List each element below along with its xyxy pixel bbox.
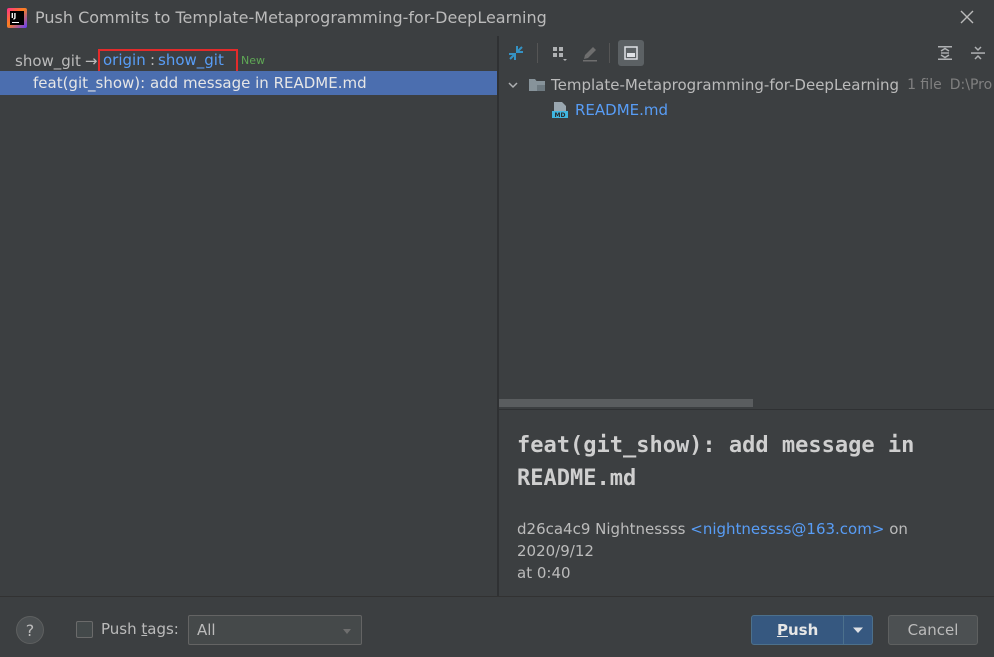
markdown-file-icon: MD <box>551 101 569 119</box>
tree-root-file-count: 1 file <box>907 77 942 93</box>
tree-root-path: D:\Pro <box>949 77 993 93</box>
dialog-footer: ? Push tags: All Push Cancel <box>0 596 994 657</box>
group-by-icon <box>553 47 567 61</box>
toolbar-separator <box>609 43 610 63</box>
push-tags-label-post: ags: <box>147 620 179 638</box>
edit-source-button[interactable] <box>577 40 603 66</box>
commits-pane: show_git → origin : show_git New feat(gi… <box>0 36 497 596</box>
file-name: README.md <box>575 101 669 119</box>
chevron-down-icon <box>343 629 351 634</box>
scrollbar-thumb[interactable] <box>499 399 753 407</box>
cancel-button[interactable]: Cancel <box>888 615 978 645</box>
commit-row[interactable]: feat(git_show): add message in README.md <box>0 71 497 95</box>
new-branch-badge: New <box>241 54 265 67</box>
commit-time: at 0:40 <box>517 564 571 582</box>
question-icon: ? <box>25 620 35 640</box>
commit-author: Nightnessss <box>595 520 686 538</box>
window-title: Push Commits to Template-Metaprogramming… <box>35 8 547 27</box>
push-button[interactable]: Push <box>752 616 843 644</box>
push-button-group: Push <box>751 615 873 645</box>
push-mnemonic: P <box>776 621 788 639</box>
chevron-down-icon <box>853 627 864 633</box>
author-email-link[interactable]: <nightnessss@163.com> <box>690 520 884 538</box>
intellij-app-icon: IJ <box>7 8 27 28</box>
help-button[interactable]: ? <box>16 616 44 644</box>
close-button[interactable] <box>956 6 978 28</box>
commit-details-title: feat(git_show): add message in README.md <box>517 433 915 491</box>
horizontal-scrollbar[interactable] <box>499 398 994 408</box>
remote-separator: : <box>150 51 156 69</box>
tags-select-value: All <box>197 621 216 639</box>
details-divider[interactable] <box>499 409 994 410</box>
tags-select[interactable]: All <box>188 615 362 645</box>
close-icon <box>960 10 974 24</box>
chevron-down-icon[interactable] <box>505 77 521 93</box>
show-details-icon <box>624 46 638 60</box>
remote-name-link[interactable]: origin <box>103 51 146 69</box>
changes-toolbar <box>499 36 994 70</box>
branch-row[interactable]: show_git → <box>15 51 101 71</box>
commit-message: feat(git_show): add message in README.md <box>33 74 367 92</box>
push-tags-label: Push tags: <box>101 620 179 638</box>
expand-all-button[interactable] <box>932 40 958 66</box>
group-by-button[interactable] <box>546 40 572 66</box>
toolbar-separator <box>537 43 538 63</box>
compare-icon <box>509 46 523 60</box>
push-dropdown-button[interactable] <box>844 616 872 644</box>
remote-branch-link[interactable]: show_git <box>158 51 224 69</box>
folder-icon <box>528 77 546 93</box>
tree-root-node[interactable]: Template-Metaprogramming-for-DeepLearnin… <box>505 74 992 96</box>
compare-button[interactable] <box>503 40 529 66</box>
tree-root-label: Template-Metaprogramming-for-DeepLearnin… <box>551 76 900 94</box>
commit-hash: d26ca4c9 <box>517 520 591 538</box>
push-label-rest: ush <box>787 621 819 639</box>
commit-details-meta: d26ca4c9 Nightnessss <nightnessss@163.co… <box>517 518 987 584</box>
push-tags-checkbox[interactable] <box>76 621 93 638</box>
collapse-all-button[interactable] <box>965 40 991 66</box>
push-arrow: → <box>84 52 98 70</box>
show-details-button[interactable] <box>618 40 644 66</box>
expand-all-icon <box>938 46 952 60</box>
edit-source-icon <box>583 47 597 62</box>
changes-pane: Template-Metaprogramming-for-DeepLearnin… <box>499 36 994 596</box>
local-branch: show_git <box>15 52 81 70</box>
tree-file-node[interactable]: MD README.md <box>551 99 668 121</box>
collapse-all-icon <box>971 46 985 60</box>
markdown-icon-text: MD <box>555 112 566 119</box>
title-bar: IJ Push Commits to Template-Metaprogramm… <box>0 0 994 36</box>
app-icon-text: IJ <box>10 11 24 25</box>
push-tags-label-pre: Push <box>101 620 142 638</box>
